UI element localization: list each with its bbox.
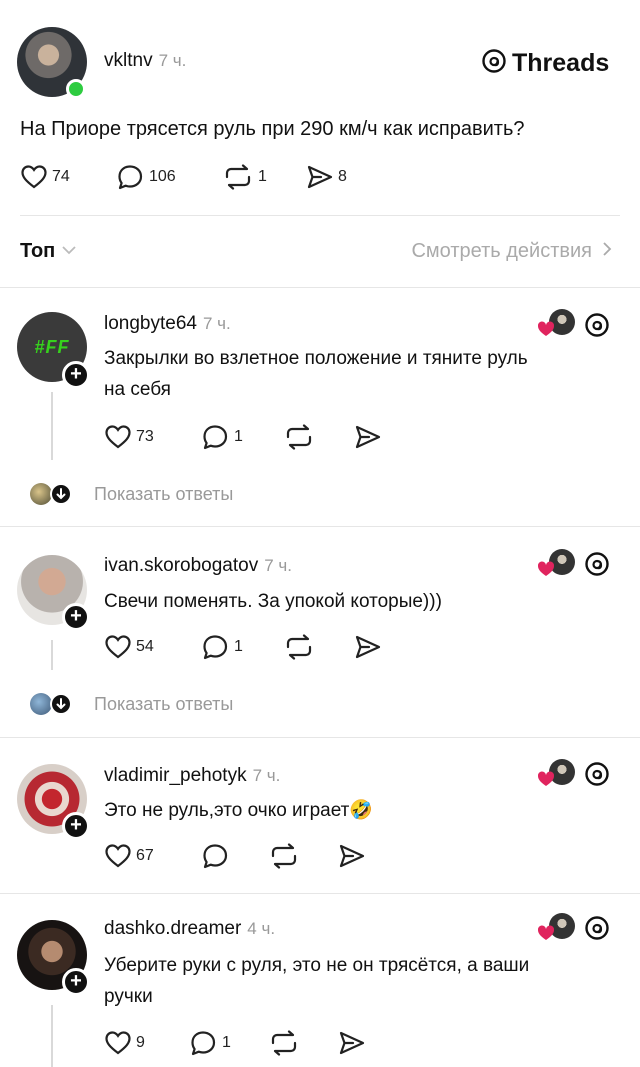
post-share-button[interactable]: 8 <box>306 164 347 190</box>
share-icon[interactable] <box>338 843 366 874</box>
repost-icon[interactable] <box>283 424 315 455</box>
reply-like-button[interactable]: 67 <box>104 843 154 869</box>
thread-line <box>51 392 53 460</box>
reply-text-line: Это не руль,это очко играет🤣 <box>104 800 374 821</box>
post-like-count: 74 <box>52 168 70 185</box>
divider <box>0 893 640 894</box>
liked-by-avatar <box>537 759 577 789</box>
divider <box>0 737 640 738</box>
repost-icon[interactable] <box>268 1030 300 1061</box>
expand-replies-icon <box>50 483 72 505</box>
threads-logo-icon[interactable] <box>583 550 611 583</box>
reply-comment-count: 1 <box>222 1034 231 1051</box>
online-indicator <box>66 79 86 99</box>
chevron-down-icon <box>61 243 77 261</box>
post-comment-count: 106 <box>149 168 176 185</box>
post-like-button[interactable]: 74 <box>20 164 70 190</box>
reply-username[interactable]: ivan.skorobogatov <box>104 555 258 577</box>
comment-icon <box>202 424 230 450</box>
liked-by-avatar <box>537 309 577 339</box>
repost-icon[interactable] <box>268 843 300 874</box>
heart-icon <box>104 843 132 869</box>
avatar-ff-text: #FF <box>34 336 70 357</box>
show-replies-link[interactable]: Показать ответы <box>30 482 233 506</box>
heart-icon <box>104 424 132 450</box>
threads-brand[interactable]: Threads <box>480 47 609 80</box>
reply-like-count: 9 <box>136 1034 145 1051</box>
heart-icon <box>104 1030 132 1056</box>
show-replies-label: Показать ответы <box>94 693 234 714</box>
show-replies-label: Показать ответы <box>94 483 234 504</box>
heart-icon <box>20 164 48 190</box>
share-icon[interactable] <box>354 424 382 455</box>
follow-button[interactable]: + <box>62 603 90 631</box>
threads-logo-icon[interactable] <box>583 760 611 793</box>
sort-dropdown[interactable]: Топ <box>20 240 77 263</box>
follow-button[interactable]: + <box>62 812 90 840</box>
follow-button[interactable]: + <box>62 968 90 996</box>
post-text: На Приоре трясется руль при 290 км/ч как… <box>20 118 525 140</box>
comment-icon <box>202 634 230 660</box>
threads-logo-icon[interactable] <box>583 914 611 947</box>
reply-text-line: Уберите руки с руля, это не он трясётся,… <box>104 955 530 976</box>
post-time: 7 ч. <box>158 51 187 70</box>
reply-text-line: Закрылки во взлетное положение и тяните … <box>104 348 528 369</box>
threads-logo-icon <box>480 47 508 80</box>
liked-by-avatar <box>537 549 577 579</box>
thread-line <box>51 640 53 670</box>
reply-time: 7 ч. <box>252 766 281 785</box>
reply-like-count: 67 <box>136 847 154 864</box>
reply-like-count: 54 <box>136 638 154 655</box>
reply-like-button[interactable]: 9 <box>104 1030 145 1056</box>
post-repost-count: 1 <box>258 168 267 185</box>
reply-comment-button[interactable]: 1 <box>190 1030 231 1056</box>
reply-username[interactable]: dashko.dreamer <box>104 918 241 940</box>
share-icon[interactable] <box>354 634 382 665</box>
replier-avatar <box>30 693 52 715</box>
sort-label: Топ <box>20 240 56 262</box>
follow-button[interactable]: + <box>62 361 90 389</box>
replier-avatar <box>30 483 52 505</box>
reply-text-line: Свечи поменять. За упокой которые))) <box>104 591 442 612</box>
repost-icon[interactable] <box>283 634 315 665</box>
comment-icon <box>190 1030 218 1056</box>
reply-comment-count: 1 <box>234 428 243 445</box>
divider <box>0 287 640 288</box>
view-activity-link[interactable]: Смотреть действия <box>411 240 612 263</box>
show-replies-link[interactable]: Показать ответы <box>30 692 233 716</box>
reply-like-button[interactable]: 54 <box>104 634 154 660</box>
liked-by-avatar <box>537 913 577 943</box>
reply-comment-button[interactable]: 1 <box>202 424 243 450</box>
reply-time: 7 ч. <box>202 314 231 333</box>
share-icon[interactable] <box>338 1030 366 1061</box>
reply-comment-button[interactable]: 1 <box>202 634 243 660</box>
reply-username[interactable]: longbyte64 <box>104 313 197 335</box>
view-activity-label: Смотреть действия <box>411 240 592 262</box>
reply-like-count: 73 <box>136 428 154 445</box>
threads-label: Threads <box>512 49 610 77</box>
divider <box>0 526 640 527</box>
expand-replies-icon <box>50 693 72 715</box>
chevron-right-icon <box>602 241 612 262</box>
post-share-count: 8 <box>338 168 347 185</box>
comment-icon[interactable] <box>202 843 230 874</box>
reply-time: 7 ч. <box>264 556 292 575</box>
comment-icon <box>117 164 145 190</box>
thread-line <box>51 1005 53 1067</box>
post-repost-button[interactable]: 1 <box>222 164 267 190</box>
repost-icon <box>222 164 254 190</box>
reply-like-button[interactable]: 73 <box>104 424 154 450</box>
reply-comment-count: 1 <box>234 638 243 655</box>
post-comment-button[interactable]: 106 <box>117 164 176 190</box>
divider <box>20 215 620 216</box>
post-username[interactable]: vkltnv <box>104 50 153 72</box>
reply-text-line: ручки <box>104 986 153 1007</box>
reply-text-line: на себя <box>104 379 171 400</box>
threads-logo-icon[interactable] <box>583 311 611 344</box>
heart-icon <box>104 634 132 660</box>
reply-time: 4 ч. <box>247 919 276 938</box>
share-icon <box>306 164 334 190</box>
reply-username[interactable]: vladimir_pehotyk <box>104 765 247 787</box>
